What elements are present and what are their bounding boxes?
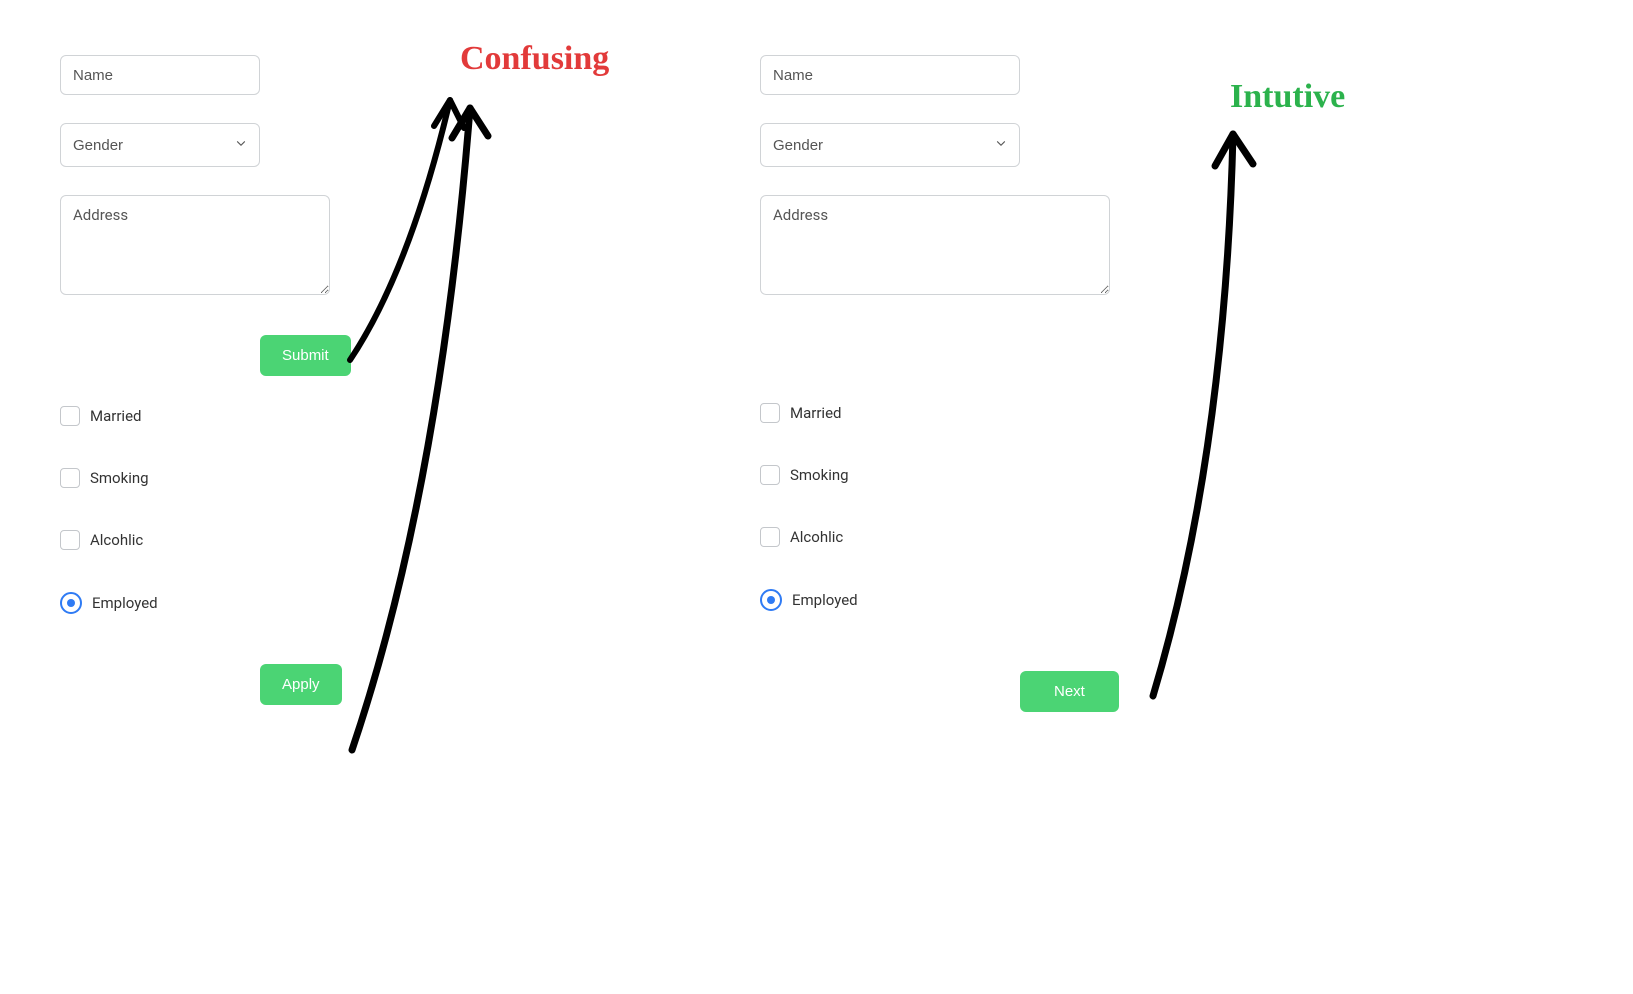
apply-button[interactable]: Apply: [260, 664, 342, 705]
checkbox-icon: [60, 530, 80, 550]
alcoholic-label: Alcohlic: [790, 528, 843, 546]
form-intuitive: Gender Married Smoking Alcohlic: [760, 55, 1260, 712]
smoking-row[interactable]: Smoking: [60, 468, 560, 488]
name-input[interactable]: [60, 55, 260, 95]
married-row[interactable]: Married: [60, 406, 560, 426]
annotation-confusing: Confusing: [460, 40, 609, 78]
smoking-label: Smoking: [790, 466, 849, 484]
next-button[interactable]: Next: [1020, 671, 1119, 712]
checkbox-icon: [760, 465, 780, 485]
gender-field: Gender: [60, 123, 260, 167]
radio-icon: [60, 592, 82, 614]
employed-row[interactable]: Employed: [60, 592, 560, 614]
address-textarea[interactable]: [760, 195, 1110, 295]
smoking-label: Smoking: [90, 469, 149, 487]
checkbox-icon: [60, 468, 80, 488]
smoking-row[interactable]: Smoking: [760, 465, 1260, 485]
married-label: Married: [90, 407, 141, 425]
next-row: Next: [1020, 671, 1260, 712]
form-confusing: Gender Submit Married Smoking Alcohlic: [60, 55, 560, 735]
checkbox-group: Married Smoking Alcohlic Employed: [760, 403, 1260, 611]
name-field: [760, 55, 1260, 95]
address-textarea[interactable]: [60, 195, 330, 295]
submit-button[interactable]: Submit: [260, 335, 351, 376]
checkbox-icon: [760, 403, 780, 423]
checkbox-group: Married Smoking Alcohlic Employed: [60, 406, 560, 614]
gender-field: Gender: [760, 123, 1020, 167]
alcoholic-row[interactable]: Alcohlic: [760, 527, 1260, 547]
diagram-stage: Gender Submit Married Smoking Alcohlic: [0, 0, 1633, 994]
submit-row: Submit: [260, 335, 560, 376]
employed-row[interactable]: Employed: [760, 589, 1260, 611]
checkbox-icon: [760, 527, 780, 547]
checkbox-icon: [60, 406, 80, 426]
address-field: [60, 195, 560, 299]
employed-label: Employed: [92, 594, 158, 612]
radio-icon: [760, 589, 782, 611]
spacer: [760, 327, 1260, 397]
alcoholic-label: Alcohlic: [90, 531, 143, 549]
address-field: [760, 195, 1260, 299]
annotation-intuitive: Intutive: [1230, 78, 1345, 116]
name-input[interactable]: [760, 55, 1020, 95]
gender-select[interactable]: Gender: [60, 123, 260, 167]
employed-label: Employed: [792, 591, 858, 609]
gender-select[interactable]: Gender: [760, 123, 1020, 167]
married-row[interactable]: Married: [760, 403, 1260, 423]
alcoholic-row[interactable]: Alcohlic: [60, 530, 560, 550]
apply-row: Apply: [260, 664, 560, 705]
married-label: Married: [790, 404, 841, 422]
